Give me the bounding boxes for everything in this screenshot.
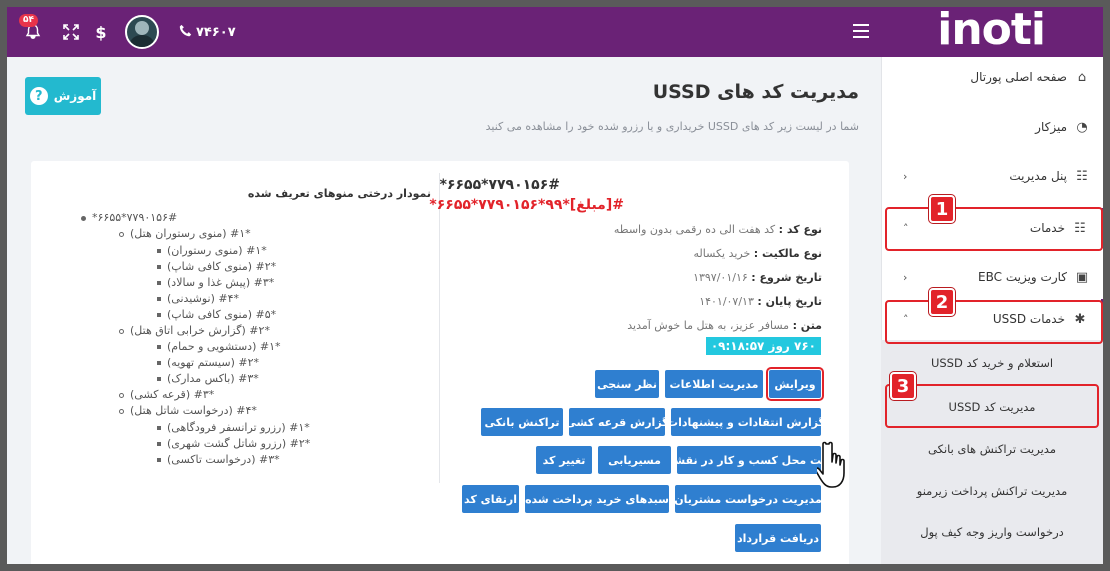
id-card-icon: ▣ <box>1075 269 1089 285</box>
tree-node: (منوی رستوران) #۱* <box>157 244 267 257</box>
info-ownership: نوع مالکیت : خرید یکساله <box>693 247 822 260</box>
tutorial-button[interactable]: آموزش ? <box>25 77 101 115</box>
change-code-button[interactable]: تغییر کد <box>536 446 592 474</box>
pointer-hand-icon <box>817 441 845 488</box>
tree-node: (درخواست شاتل هتل) #۴* <box>119 404 257 417</box>
sidebar-item-label: صفحه اصلی پورتال <box>970 70 1067 84</box>
info-text: متن : مسافر عزیز، به هتل ما خوش آمدید <box>627 319 822 332</box>
step-marker-1: 1 <box>929 195 955 223</box>
get-contract-button[interactable]: دریافت قرارداد <box>735 524 821 552</box>
fullscreen-icon[interactable] <box>59 20 83 44</box>
main-content: آموزش ? مدیریت کد های USSD شما در لیست ز… <box>7 57 881 564</box>
tree-node: (رزرو شاتل گشت شهری) #۲* <box>157 437 310 450</box>
tree-node: (پیش غذا و سالاد) #۳* <box>157 276 274 289</box>
app-frame: ۵۴ $ ۷۴۶۰۷ inoti ⌂ صفحه اصلی پورتال ◔ می… <box>7 7 1103 564</box>
tree-node: *۶۶۵۵*۷۷۹۰۱۵۶# <box>81 211 177 224</box>
hamburger-menu-icon[interactable] <box>853 24 869 38</box>
tree-node: (باکس مدارک) #۳* <box>157 372 259 385</box>
bank-transaction-button[interactable]: تراکنش بانکی <box>481 408 563 436</box>
sidebar-item-portal-home[interactable]: ⌂ صفحه اصلی پورتال <box>881 57 1103 97</box>
chevron-left-icon: ‹ <box>903 169 908 183</box>
page-title: مدیریت کد های USSD <box>652 81 859 103</box>
routing-button[interactable]: مسیریابی <box>598 446 671 474</box>
chevron-left-icon: ‹ <box>903 270 908 284</box>
customer-requests-button[interactable]: مدیریت درخواست مشتریان <box>674 485 822 513</box>
tree-node: (منوی کافی شاپ) #۲* <box>157 260 276 273</box>
info-end-date: تاریخ پایان : ۱۴۰۱/۰۷/۱۳ <box>699 295 822 308</box>
phone-icon <box>179 24 192 41</box>
settings-panel-icon: ☷ <box>1076 168 1088 184</box>
card-divider <box>439 173 440 483</box>
sidebar-item-label: کارت ویزیت EBC <box>978 270 1067 284</box>
tutorial-label: آموزش <box>53 89 97 103</box>
submenu-item-wallet-deposit[interactable]: درخواست واریز وجه کیف پول <box>881 512 1103 552</box>
tree-node: (دستشویی و حمام) #۱* <box>157 340 281 353</box>
tree-node: (سیستم تهویه) #۲* <box>157 356 259 369</box>
remaining-time-badge: ۷۶۰ روز ۰۹:۱۸:۵۷ <box>705 337 821 355</box>
bell-icon[interactable]: ۵۴ <box>19 14 45 44</box>
top-bar: ۵۴ $ ۷۴۶۰۷ inoti <box>7 7 1103 57</box>
tree-node: (منوی رستوران هتل) #۱* <box>119 227 251 240</box>
dollar-icon[interactable]: $ <box>91 20 111 44</box>
phone-number: ۷۴۶۰۷ <box>196 24 236 40</box>
sidebar: ⌂ صفحه اصلی پورتال ◔ میزکار ☷ پنل مدیریت… <box>881 57 1103 564</box>
feedback-report-button[interactable]: گزارش انتقادات و پیشنهادات <box>667 408 825 436</box>
logo: inoti <box>937 7 1046 55</box>
tree-node: (گزارش خرابی اتاق هتل) #۲* <box>119 324 270 337</box>
highlight-box-manage-code <box>885 384 1099 428</box>
lottery-report-button[interactable]: گزارش قرعه کشی <box>565 408 669 436</box>
tree-node: (قرعه کشی) #۳* <box>119 388 214 401</box>
dashboard-icon: ◔ <box>1076 119 1088 135</box>
submenu-item-submenu-payments[interactable]: مدیریت تراکنش پرداخت زیرمنو <box>881 471 1103 511</box>
survey-button[interactable]: نظر سنجی <box>595 370 659 398</box>
tree-node: (منوی کافی شاپ) #۵* <box>157 308 276 321</box>
paid-carts-button[interactable]: سبدهای خرید پرداخت شده <box>525 485 669 513</box>
header-tools: ۵۴ $ ۷۴۶۰۷ <box>19 7 236 57</box>
tree-node: (درخواست تاکسی) #۳* <box>157 453 280 466</box>
question-icon: ? <box>29 87 48 105</box>
info-code-type: نوع کد : کد هفت الی ده رقمی بدون واسطه <box>613 223 822 236</box>
home-icon: ⌂ <box>1077 69 1087 85</box>
sidebar-item-ebc-card[interactable]: ▣ کارت ویزیت EBC ‹ <box>881 257 1103 297</box>
sidebar-item-label: پنل مدیریت <box>1009 169 1067 183</box>
ussd-code-card: *۶۶۵۵*۷۷۹۰۱۵۶# *۶۶۵۵*۷۷۹۰۱۵۶*۹۹*[مبلغ]# … <box>31 161 849 564</box>
edit-button[interactable]: ویرایش <box>766 367 824 401</box>
register-location-button[interactable]: ثبت محل کسب و کار در نقشه <box>668 446 830 474</box>
highlight-box-ussd <box>885 300 1103 344</box>
ussd-code-payment: *۶۶۵۵*۷۷۹۰۱۵۶*۹۹*[مبلغ]# <box>429 197 624 213</box>
page-subtitle: شما در لیست زیر کد های USSD خریداری و یا… <box>485 120 859 133</box>
ussd-code-primary: *۶۶۵۵*۷۷۹۰۱۵۶# <box>439 177 560 193</box>
menu-tree-title: نمودار درختی منوهای تعریف شده <box>247 187 431 200</box>
tree-node: (نوشیدنی) #۴* <box>157 292 239 305</box>
tree-node: (رزرو ترانسفر فرودگاهی) #۱* <box>157 421 310 434</box>
notification-badge: ۵۴ <box>19 14 38 27</box>
submenu-item-bank-transactions[interactable]: مدیریت تراکنش های بانکی <box>881 429 1103 469</box>
info-start-date: تاریخ شروع : ۱۳۹۷/۰۱/۱۶ <box>693 271 822 284</box>
sidebar-item-label: میزکار <box>1035 120 1067 134</box>
manage-info-button[interactable]: مدیریت اطلاعات <box>665 370 763 398</box>
highlight-box-services <box>885 207 1103 251</box>
avatar[interactable] <box>125 15 159 49</box>
phone-display: ۷۴۶۰۷ <box>179 24 236 41</box>
sidebar-item-dashboard[interactable]: ◔ میزکار <box>881 107 1103 147</box>
step-marker-3: 3 <box>890 372 916 400</box>
upgrade-code-button[interactable]: ارتقای کد <box>462 485 519 513</box>
step-marker-2: 2 <box>929 288 955 316</box>
sidebar-item-admin-panel[interactable]: ☷ پنل مدیریت ‹ <box>881 156 1103 196</box>
